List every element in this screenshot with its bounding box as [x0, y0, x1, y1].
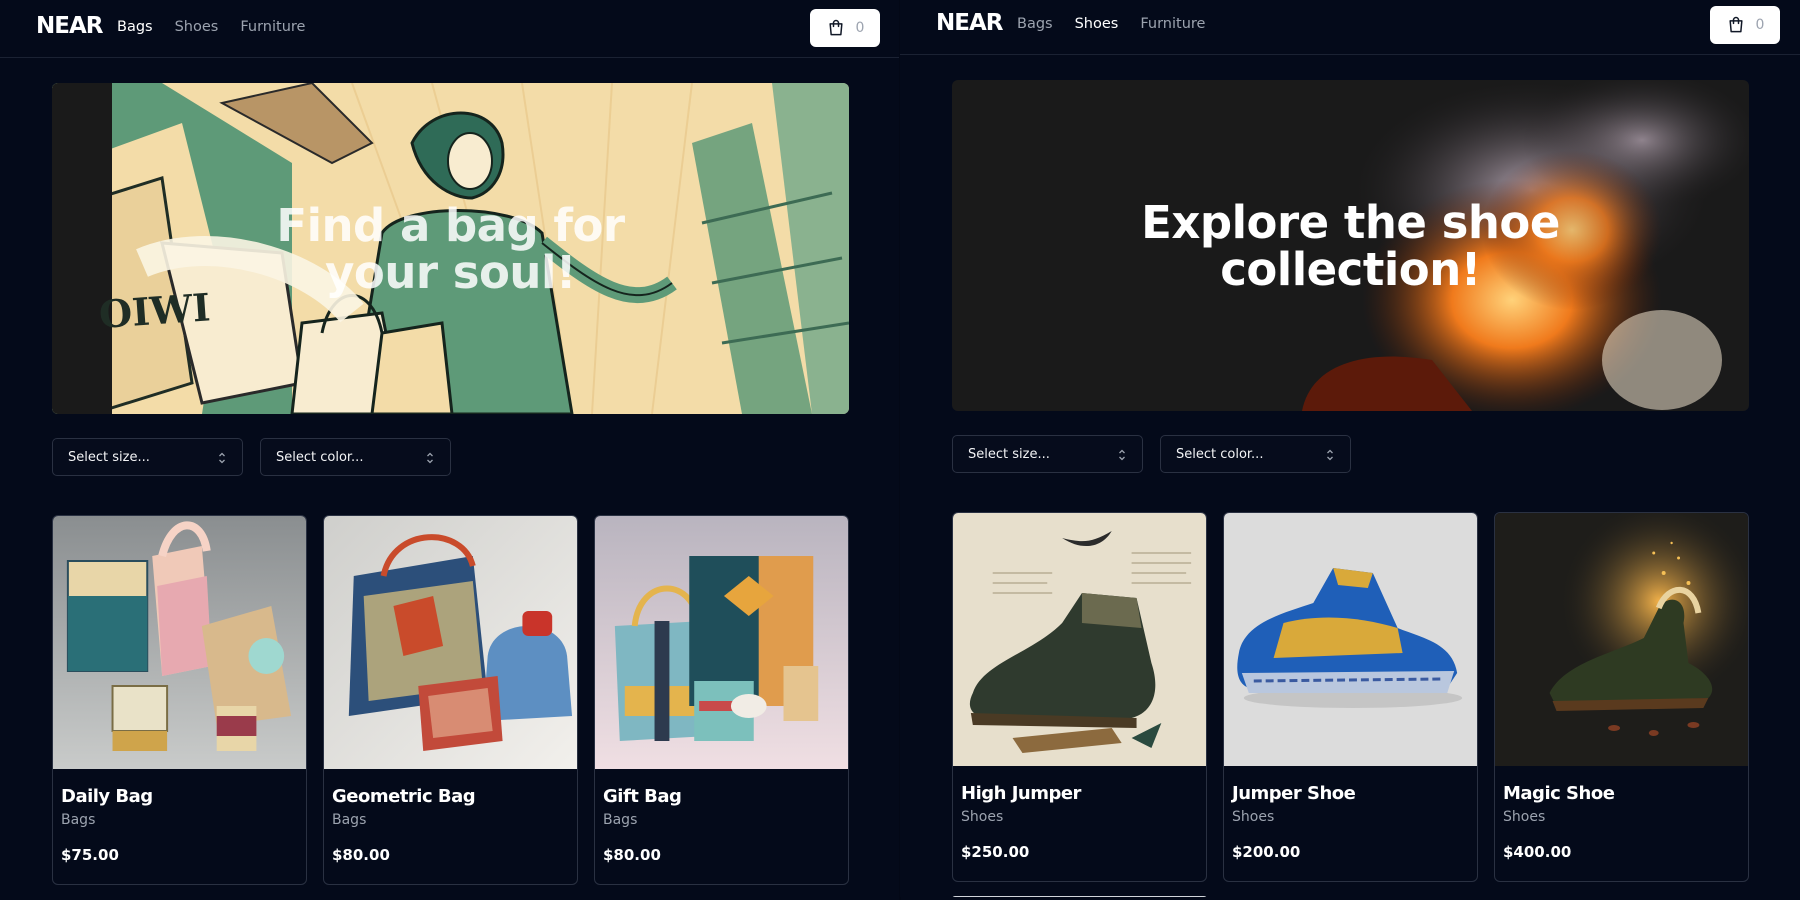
hero-banner: OIWI Find a bag for your soul!: [52, 83, 849, 414]
product-category: Shoes: [1503, 809, 1546, 825]
nav-item-shoes[interactable]: Shoes: [175, 19, 219, 35]
size-select[interactable]: Select size...: [52, 438, 243, 476]
filter-bar: Select size... Select color...: [52, 438, 451, 476]
product-card[interactable]: Gift Bag Bags $80.00: [594, 515, 849, 885]
product-category: Shoes: [1232, 809, 1275, 825]
product-grid: High Jumper Shoes $250.00 Jumper Shoe Sh…: [952, 512, 1749, 882]
product-name: High Jumper: [961, 783, 1081, 804]
product-price: $400.00: [1503, 843, 1572, 861]
product-image: [953, 513, 1206, 766]
nav-item-furniture[interactable]: Furniture: [240, 19, 305, 35]
product-price: $200.00: [1232, 843, 1301, 861]
cart-count: 0: [855, 20, 865, 36]
filter-bar: Select size... Select color...: [952, 435, 1351, 473]
product-image: [595, 516, 848, 769]
chevron-up-down-icon: [1119, 449, 1125, 461]
product-price: $75.00: [61, 846, 119, 864]
shopping-bag-icon: [1728, 16, 1743, 33]
nav-item-bags[interactable]: Bags: [117, 19, 153, 35]
product-category: Bags: [603, 812, 638, 828]
site-header: NEAR Bags Shoes Furniture 0: [900, 0, 1800, 55]
nav-item-shoes[interactable]: Shoes: [1075, 16, 1119, 32]
color-select[interactable]: Select color...: [1160, 435, 1351, 473]
cart-button[interactable]: 0: [1710, 6, 1780, 44]
color-select[interactable]: Select color...: [260, 438, 451, 476]
site-header: NEAR Bags Shoes Furniture 0: [0, 0, 900, 58]
product-name: Magic Shoe: [1503, 783, 1615, 804]
next-card-edge: [952, 896, 1207, 897]
color-select-label: Select color...: [276, 449, 364, 465]
product-grid: Daily Bag Bags $75.00 Geometric Bag Bags: [52, 515, 849, 885]
product-price: $80.00: [603, 846, 661, 864]
main-nav: Bags Shoes Furniture: [117, 19, 305, 35]
product-name: Gift Bag: [603, 786, 682, 807]
size-select[interactable]: Select size...: [952, 435, 1143, 473]
product-price: $80.00: [332, 846, 390, 864]
site-logo[interactable]: NEAR: [36, 13, 103, 39]
shopping-bag-icon: [828, 19, 843, 36]
product-card[interactable]: Jumper Shoe Shoes $200.00: [1223, 512, 1478, 882]
color-select-label: Select color...: [1176, 446, 1264, 462]
chevron-up-down-icon: [219, 452, 225, 464]
nav-item-bags[interactable]: Bags: [1017, 16, 1053, 32]
product-card[interactable]: High Jumper Shoes $250.00: [952, 512, 1207, 882]
chevron-up-down-icon: [1327, 449, 1333, 461]
product-card[interactable]: Geometric Bag Bags $80.00: [323, 515, 578, 885]
chevron-up-down-icon: [427, 452, 433, 464]
cart-button[interactable]: 0: [810, 9, 880, 47]
product-category: Bags: [61, 812, 96, 828]
cart-count: 0: [1755, 17, 1765, 33]
shoes-page-panel: NEAR Bags Shoes Furniture 0 Explore the …: [900, 0, 1800, 897]
hero-title: Explore the shoe collection!: [1141, 195, 1560, 296]
product-category: Bags: [332, 812, 367, 828]
product-image: [1224, 513, 1477, 766]
product-image: [1495, 513, 1748, 766]
main-nav: Bags Shoes Furniture: [1017, 16, 1205, 32]
product-image: [53, 516, 306, 769]
product-name: Daily Bag: [61, 786, 153, 807]
hero-banner: Explore the shoe collection!: [952, 80, 1749, 411]
product-card[interactable]: Magic Shoe Shoes $400.00: [1494, 512, 1749, 882]
nav-item-furniture[interactable]: Furniture: [1140, 16, 1205, 32]
site-logo[interactable]: NEAR: [936, 10, 1003, 36]
hero-title: Find a bag for your soul!: [276, 198, 625, 299]
bags-page-panel: NEAR Bags Shoes Furniture 0 OIWI Find a …: [0, 0, 900, 900]
product-name: Jumper Shoe: [1232, 783, 1356, 804]
size-select-label: Select size...: [68, 449, 150, 465]
size-select-label: Select size...: [968, 446, 1050, 462]
product-name: Geometric Bag: [332, 786, 476, 807]
product-category: Shoes: [961, 809, 1004, 825]
product-card[interactable]: Daily Bag Bags $75.00: [52, 515, 307, 885]
product-image: [324, 516, 577, 769]
product-price: $250.00: [961, 843, 1030, 861]
